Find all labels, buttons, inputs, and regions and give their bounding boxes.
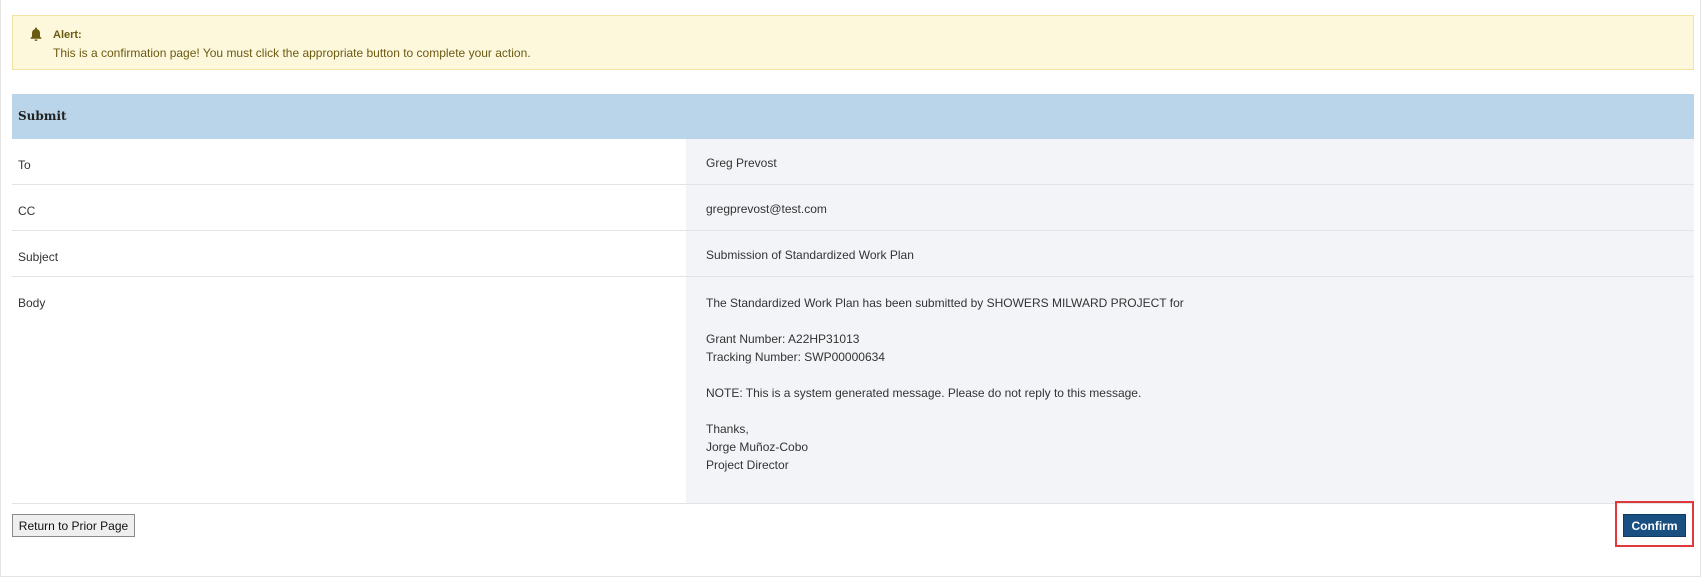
cc-value: gregprevost@test.com [706,202,827,216]
value-cell: Submission of Standardized Work Plan [686,231,1694,276]
alert-box: Alert: This is a confirmation page! You … [12,15,1694,70]
body-blank-line [706,366,1184,384]
to-value: Greg Prevost [706,156,777,170]
body-blank-line [706,402,1184,420]
body-text: The Standardized Work Plan has been subm… [706,294,1184,474]
label-cell: Subject [12,231,686,276]
form-row-body: Body The Standardized Work Plan has been… [12,277,1694,504]
cc-label: CC [18,204,36,218]
form-row-cc: CC gregprevost@test.com [12,185,1694,231]
subject-value: Submission of Standardized Work Plan [706,248,914,262]
subject-label: Subject [18,250,59,264]
confirmation-page: Alert: This is a confirmation page! You … [0,0,1701,577]
email-form-table: To Greg Prevost CC gregprevost@test.com … [12,139,1694,504]
value-cell: The Standardized Work Plan has been subm… [686,277,1694,503]
label-cell: Body [12,277,686,503]
body-name-line: Jorge Muñoz-Cobo [706,440,809,454]
alert-message: This is a confirmation page! You must cl… [53,46,531,60]
return-to-prior-page-button[interactable]: Return to Prior Page [12,514,135,537]
form-row-to: To Greg Prevost [12,139,1694,185]
body-label: Body [18,296,46,310]
body-tracking-line: Tracking Number: SWP00000634 [706,350,885,364]
value-cell: Greg Prevost [686,139,1694,184]
body-grant-line: Grant Number: A22HP31013 [706,332,860,346]
confirm-button[interactable]: Confirm [1623,514,1686,537]
body-intro-line: The Standardized Work Plan has been subm… [706,296,1184,310]
value-cell: gregprevost@test.com [686,185,1694,230]
label-cell: To [12,139,686,184]
to-label: To [18,158,31,172]
panel-header: Submit [12,94,1694,139]
body-role-line: Project Director [706,458,789,472]
body-blank-line [706,312,1184,330]
body-note-line: NOTE: This is a system generated message… [706,386,1142,400]
panel-title: Submit [18,109,67,123]
body-thanks-line: Thanks, [706,422,749,436]
label-cell: CC [12,185,686,230]
form-row-subject: Subject Submission of Standardized Work … [12,231,1694,277]
bell-icon [30,27,42,41]
alert-title: Alert: [53,29,82,41]
